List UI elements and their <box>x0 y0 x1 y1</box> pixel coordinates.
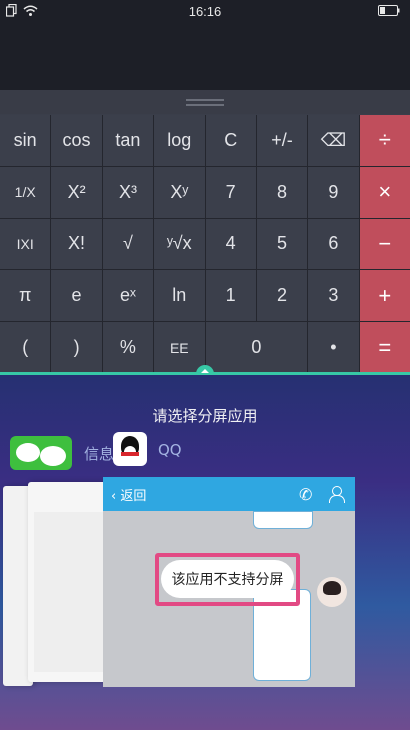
clock: 16:16 <box>188 4 222 19</box>
back-button[interactable]: ‹ 返回 <box>111 485 146 504</box>
phone-icon[interactable]: ✆ <box>299 485 312 504</box>
qq-icon[interactable] <box>113 432 147 466</box>
key-pi[interactable]: π <box>0 270 51 322</box>
key-ee[interactable]: EE <box>154 322 205 373</box>
key-subtract[interactable]: − <box>359 218 410 270</box>
key-abs[interactable]: IXI <box>0 218 51 270</box>
key-5[interactable]: 5 <box>256 218 308 270</box>
key-sign[interactable]: +/- <box>256 115 308 166</box>
chooser-title: 请选择分屏应用 <box>152 407 258 425</box>
key-cos[interactable]: cos <box>51 115 102 166</box>
key-clear[interactable]: C <box>205 115 256 166</box>
key-3[interactable]: 3 <box>308 270 359 322</box>
key-cube[interactable]: X³ <box>102 166 154 218</box>
key-reciprocal[interactable]: 1/X <box>0 166 51 218</box>
key-power[interactable]: Xʸ <box>154 166 205 218</box>
key-4[interactable]: 4 <box>205 218 256 270</box>
key-2[interactable]: 2 <box>256 270 308 322</box>
key-open-paren[interactable]: ( <box>0 322 51 373</box>
wechat-icon[interactable] <box>10 436 72 470</box>
toast-message: 该应用不支持分屏 <box>161 560 294 598</box>
key-log[interactable]: log <box>154 115 205 166</box>
key-percent[interactable]: % <box>102 322 154 373</box>
key-divide[interactable]: ÷ <box>359 115 410 166</box>
key-ln[interactable]: ln <box>154 270 205 322</box>
key-close-paren[interactable]: ) <box>51 322 102 373</box>
key-6[interactable]: 6 <box>308 218 359 270</box>
app-label-info[interactable]: 信息 <box>84 443 114 464</box>
key-equals[interactable]: = <box>359 322 410 373</box>
drag-handle[interactable] <box>0 90 410 114</box>
key-add[interactable]: + <box>359 270 410 322</box>
key-e[interactable]: e <box>51 270 102 322</box>
key-multiply[interactable]: × <box>359 166 410 218</box>
key-0[interactable]: 0 <box>205 322 308 373</box>
key-exp[interactable]: eˣ <box>102 270 154 322</box>
key-square[interactable]: X² <box>51 166 102 218</box>
battery-icon <box>378 5 400 16</box>
key-sqrt[interactable]: √ <box>102 218 154 270</box>
backspace-icon[interactable]: ⌫ <box>308 115 359 166</box>
key-sin[interactable]: sin <box>0 115 51 166</box>
key-factorial[interactable]: X! <box>51 218 102 270</box>
profile-icon[interactable] <box>329 486 345 503</box>
key-root[interactable]: ʸ√x <box>154 218 205 270</box>
calculator-panel: sin cos tan log C +/- ⌫ ÷ 1/X X² X³ Xʸ 7… <box>0 90 410 375</box>
key-1[interactable]: 1 <box>205 270 256 322</box>
key-decimal[interactable]: • <box>308 322 359 373</box>
qq-header: ‹ 返回 ✆ <box>103 477 355 511</box>
keypad: sin cos tan log C +/- ⌫ ÷ 1/X X² X³ Xʸ 7… <box>0 115 410 373</box>
app-label-qq[interactable]: QQ <box>158 441 182 459</box>
key-8[interactable]: 8 <box>256 166 308 218</box>
key-tan[interactable]: tan <box>102 115 154 166</box>
status-bar: 16:16 <box>0 0 410 24</box>
avatar <box>317 577 347 607</box>
chat-bubble <box>253 511 313 529</box>
key-7[interactable]: 7 <box>205 166 256 218</box>
recent-app-card[interactable] <box>28 482 108 682</box>
key-9[interactable]: 9 <box>308 166 359 218</box>
